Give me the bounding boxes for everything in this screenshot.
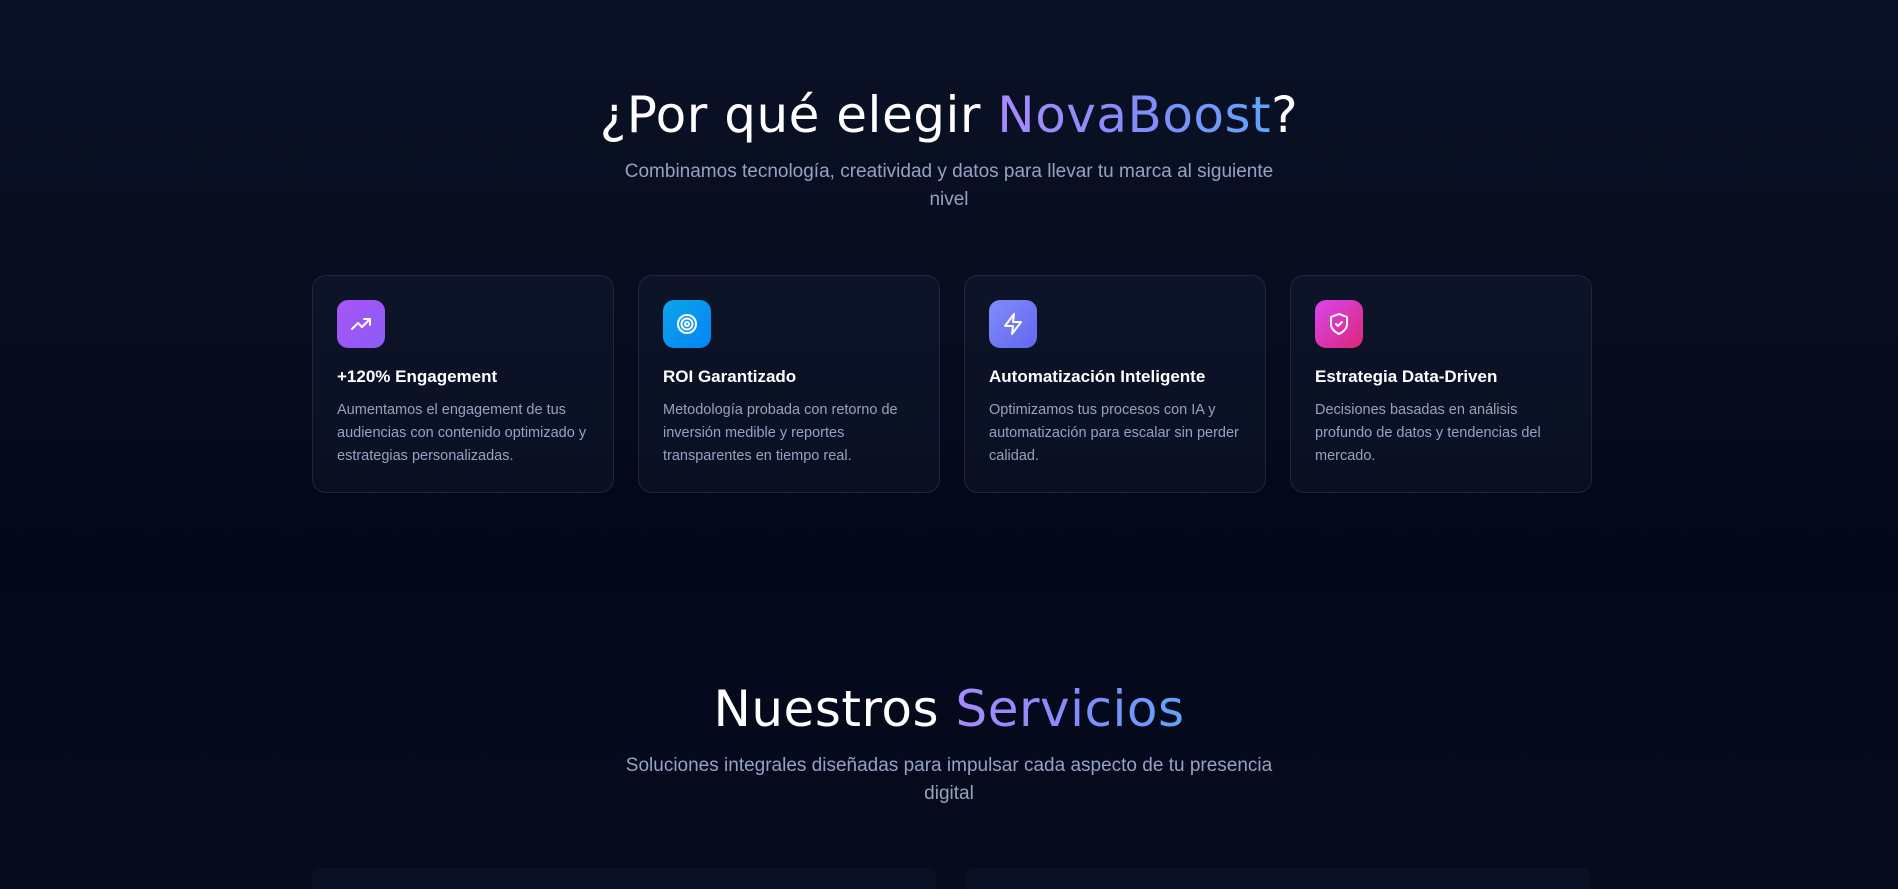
service-cards bbox=[312, 868, 1590, 889]
service-card bbox=[966, 868, 1590, 889]
services-subtitle: Soluciones integrales diseñadas para imp… bbox=[625, 755, 1273, 804]
feature-card-data-driven: Estrategia Data-Driven Decisiones basada… bbox=[1290, 275, 1592, 493]
feature-card-text: Decisiones basadas en análisis profundo … bbox=[1315, 402, 1541, 464]
feature-card-title: Automatización Inteligente bbox=[989, 367, 1206, 386]
why-title-suffix: ? bbox=[1271, 86, 1299, 144]
feature-card-title: ROI Garantizado bbox=[663, 367, 797, 386]
feature-card-title: +120% Engagement bbox=[337, 367, 498, 386]
feature-card-text: Aumentamos el engagement de tus audienci… bbox=[337, 402, 587, 464]
services-title-accent: Servicios bbox=[955, 680, 1185, 738]
feature-card-roi: ROI Garantizado Metodología probada con … bbox=[638, 275, 940, 493]
services-title-prefix: Nuestros bbox=[713, 680, 956, 738]
feature-card-automation: Automatización Inteligente Optimizamos t… bbox=[964, 275, 1266, 493]
feature-card-engagement: +120% Engagement Aumentamos el engagemen… bbox=[312, 275, 614, 493]
service-card bbox=[312, 868, 936, 889]
services-title: Nuestros Servicios bbox=[0, 676, 1898, 742]
why-subtitle: Combinamos tecnología, creatividad y dat… bbox=[624, 161, 1274, 210]
feature-cards: +120% Engagement Aumentamos el engagemen… bbox=[312, 275, 1592, 493]
why-section: ¿Por qué elegir NovaBoost? Combinamos te… bbox=[0, 82, 1898, 214]
services-section: Nuestros Servicios Soluciones integrales… bbox=[0, 676, 1898, 808]
feature-card-text: Metodología probada con retorno de inver… bbox=[663, 402, 898, 464]
why-title-prefix: ¿Por qué elegir bbox=[599, 86, 998, 144]
target-icon bbox=[663, 300, 711, 348]
brand-name: NovaBoost bbox=[997, 86, 1272, 144]
trending-up-icon bbox=[337, 300, 385, 348]
why-title: ¿Por qué elegir NovaBoost? bbox=[0, 82, 1898, 148]
lightning-icon bbox=[989, 300, 1037, 348]
feature-card-text: Optimizamos tus procesos con IA y automa… bbox=[989, 402, 1239, 464]
feature-card-title: Estrategia Data-Driven bbox=[1315, 367, 1498, 386]
shield-check-icon bbox=[1315, 300, 1363, 348]
